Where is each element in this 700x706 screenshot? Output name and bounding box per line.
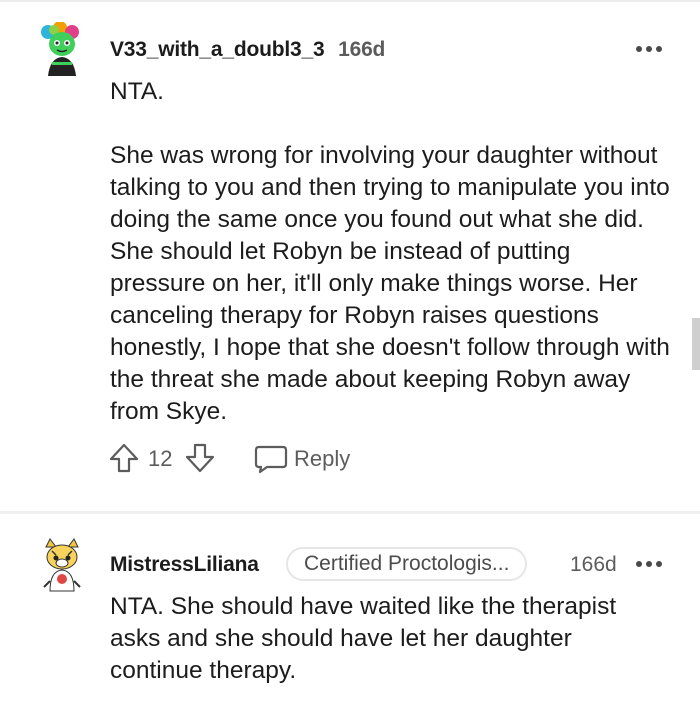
comment-header: V33_with_a_doubl3_3 166d <box>110 38 385 62</box>
dot <box>636 46 642 52</box>
top-divider <box>0 0 700 2</box>
comment-age: 166d <box>570 553 617 576</box>
user-avatar[interactable] <box>38 21 86 78</box>
comment-body: NTA. She was wrong for involving your da… <box>110 76 670 428</box>
more-options-button[interactable] <box>636 561 666 569</box>
user-flair: Certified Proctologis... <box>286 547 528 581</box>
user-avatar[interactable] <box>38 537 86 593</box>
dot <box>646 561 652 567</box>
comment-paragraph: She was wrong for involving your daughte… <box>110 142 670 425</box>
dot <box>646 46 652 52</box>
reply-button[interactable]: Reply <box>294 446 350 472</box>
username[interactable]: V33_with_a_doubl3_3 <box>110 38 325 61</box>
more-options-button[interactable] <box>636 46 666 54</box>
comment-separator <box>0 511 700 514</box>
dot <box>656 561 662 567</box>
reply-icon[interactable] <box>254 444 288 474</box>
scrollbar-thumb[interactable] <box>692 318 700 370</box>
username[interactable]: MistressLiliana <box>110 553 259 577</box>
upvote-icon[interactable] <box>108 442 140 474</box>
comment-paragraph: NTA. She should have waited like the the… <box>110 593 617 684</box>
comment-paragraph: NTA. <box>110 78 164 105</box>
vote-count: 12 <box>148 446 173 471</box>
comment-body: NTA. She should have waited like the the… <box>110 591 670 687</box>
downvote-icon[interactable] <box>184 442 216 474</box>
comment-age: 166d <box>338 38 386 61</box>
avatar-illustration-icon <box>41 21 79 76</box>
avatar-illustration-icon <box>43 538 81 592</box>
dot <box>656 46 662 52</box>
dot <box>636 561 642 567</box>
